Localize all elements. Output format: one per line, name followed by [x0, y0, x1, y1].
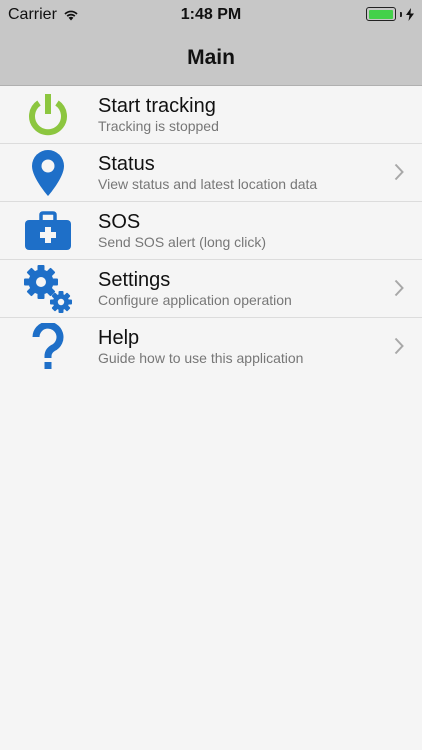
menu-item-subtitle: Send SOS alert (long click): [98, 234, 267, 250]
menu-item-title: Status: [98, 153, 155, 175]
menu-item-title: Help: [98, 327, 140, 349]
location-pin-icon: [22, 148, 74, 198]
menu-item-settings[interactable]: Settings Configure application operation: [0, 260, 422, 318]
charging-bolt-icon: [406, 7, 414, 21]
menu-item-title: Settings: [98, 269, 171, 291]
power-icon: [22, 90, 74, 140]
question-mark-icon: [22, 322, 74, 372]
battery-icon: [366, 7, 396, 21]
menu-item-subtitle: Configure application operation: [98, 292, 292, 308]
menu-item-subtitle: View status and latest location data: [98, 176, 318, 192]
navigation-bar: Main: [0, 30, 422, 86]
menu-item-title: SOS: [98, 211, 141, 233]
menu-item-title: Start tracking: [98, 95, 216, 117]
menu-item-subtitle: Guide how to use this application: [98, 350, 304, 366]
battery-group: [366, 7, 414, 21]
chevron-right-icon: [394, 279, 404, 297]
page-title: Main: [187, 45, 235, 69]
menu-item-subtitle: Tracking is stopped: [98, 118, 219, 134]
chevron-right-icon: [394, 163, 404, 181]
chevron-right-icon: [394, 337, 404, 355]
first-aid-kit-icon: [22, 206, 74, 256]
menu-item-status[interactable]: Status View status and latest location d…: [0, 144, 422, 202]
menu-item-help[interactable]: Help Guide how to use this application: [0, 318, 422, 376]
menu-item-sos[interactable]: SOS Send SOS alert (long click): [0, 202, 422, 260]
clock: 1:48 PM: [180, 6, 242, 23]
gears-icon: [22, 264, 74, 314]
status-bar: Carrier 1:48 PM: [0, 0, 422, 30]
menu-list: Start tracking Tracking is stopped Statu…: [0, 86, 422, 376]
menu-item-start-tracking[interactable]: Start tracking Tracking is stopped: [0, 86, 422, 144]
